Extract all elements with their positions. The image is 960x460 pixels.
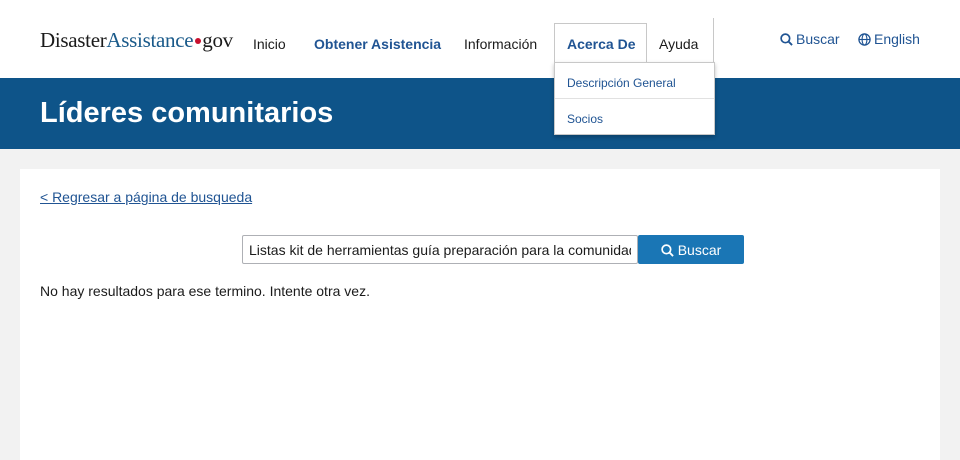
language-label: English xyxy=(874,31,920,47)
dropdown-item-descripcion-general[interactable]: Descripción General xyxy=(567,76,676,90)
search-button-label: Buscar xyxy=(677,241,722,258)
nav-obtener-asistencia[interactable]: Obtener Asistencia xyxy=(314,36,441,52)
search-icon xyxy=(780,33,793,46)
search-input[interactable] xyxy=(242,235,638,264)
back-to-search-link[interactable]: < Regresar a página de busqueda xyxy=(40,189,252,205)
dropdown-divider xyxy=(555,98,714,99)
site-logo[interactable]: DisasterAssistance gov xyxy=(40,28,233,53)
hero-banner: Líderes comunitarios xyxy=(0,78,960,149)
globe-icon xyxy=(858,33,871,46)
dropdown-item-socios[interactable]: Socios xyxy=(567,112,603,126)
nav-inicio[interactable]: Inicio xyxy=(253,36,286,52)
acerca-dropdown-menu: Descripción General Socios xyxy=(554,62,715,135)
nav-informacion[interactable]: Información xyxy=(464,36,537,52)
header-search-link[interactable]: Buscar xyxy=(780,31,840,47)
search-button[interactable]: Buscar xyxy=(638,235,744,264)
language-toggle[interactable]: English xyxy=(858,31,920,47)
search-icon xyxy=(660,243,674,257)
nav-acerca-de[interactable]: Acerca De xyxy=(567,36,636,52)
site-header: DisasterAssistance gov Inicio Obtener Asi… xyxy=(0,0,960,78)
logo-dot-icon xyxy=(195,38,202,45)
no-results-message: No hay resultados para ese termino. Inte… xyxy=(40,283,370,299)
nav-ayuda[interactable]: Ayuda xyxy=(659,36,698,52)
page-title: Líderes comunitarios xyxy=(40,97,334,129)
main-content: < Regresar a página de busqueda Buscar N… xyxy=(20,169,940,460)
header-search-label: Buscar xyxy=(796,31,840,47)
